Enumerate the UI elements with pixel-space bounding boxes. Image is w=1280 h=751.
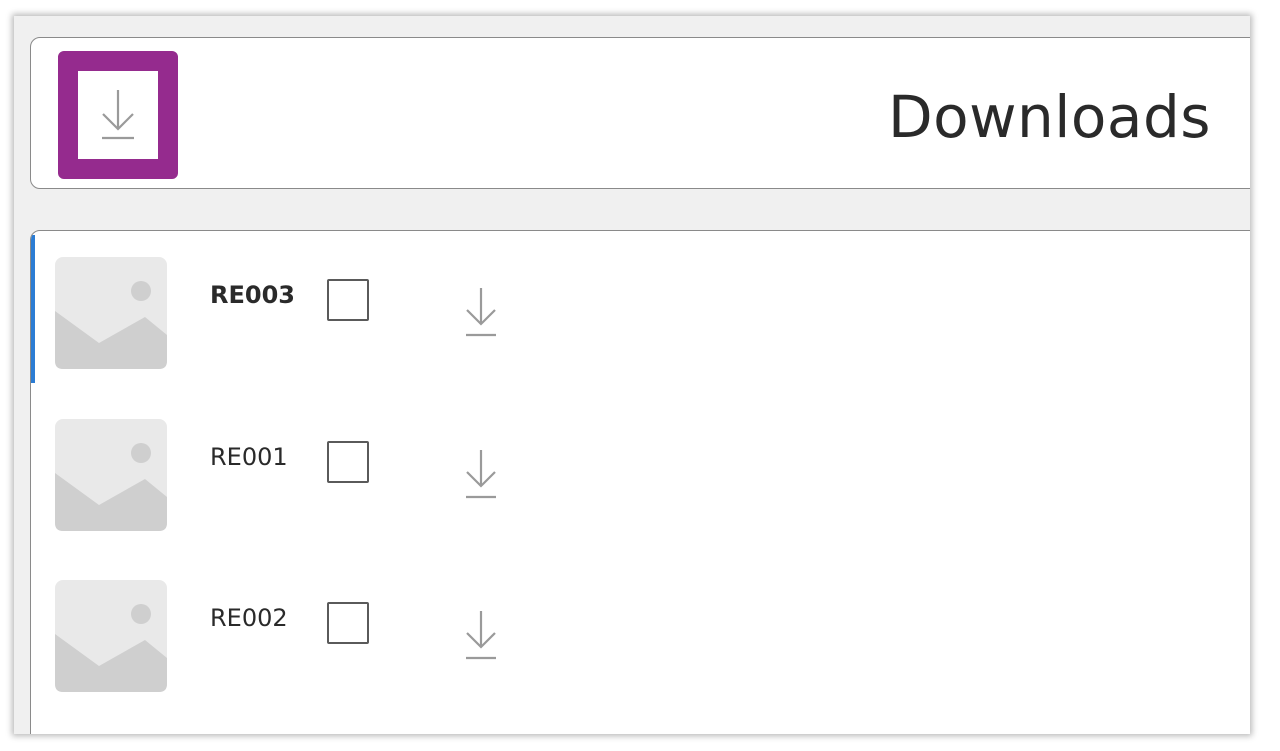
image-placeholder-icon xyxy=(55,257,167,369)
item-checkbox[interactable] xyxy=(327,441,369,483)
item-label: RE001 xyxy=(210,443,288,471)
item-checkbox[interactable] xyxy=(327,279,369,321)
download-icon[interactable] xyxy=(463,609,499,661)
header-download-button[interactable] xyxy=(58,51,178,179)
page-title: Downloads xyxy=(887,83,1211,151)
downloads-list: RE003 RE001 RE002 xyxy=(30,230,1250,734)
list-item[interactable]: RE003 xyxy=(31,231,1250,391)
item-label: RE002 xyxy=(210,604,288,632)
list-item[interactable]: RE001 xyxy=(31,393,1250,553)
image-placeholder-icon xyxy=(55,580,167,692)
app-window: Downloads RE003 RE001 RE002 xyxy=(14,16,1250,734)
download-icon xyxy=(102,90,134,140)
header-bar: Downloads xyxy=(30,37,1250,189)
item-label: RE003 xyxy=(210,281,295,309)
image-placeholder-icon xyxy=(55,419,167,531)
download-icon[interactable] xyxy=(463,448,499,500)
item-checkbox[interactable] xyxy=(327,602,369,644)
list-item[interactable]: RE002 xyxy=(31,554,1250,714)
download-icon[interactable] xyxy=(463,286,499,338)
